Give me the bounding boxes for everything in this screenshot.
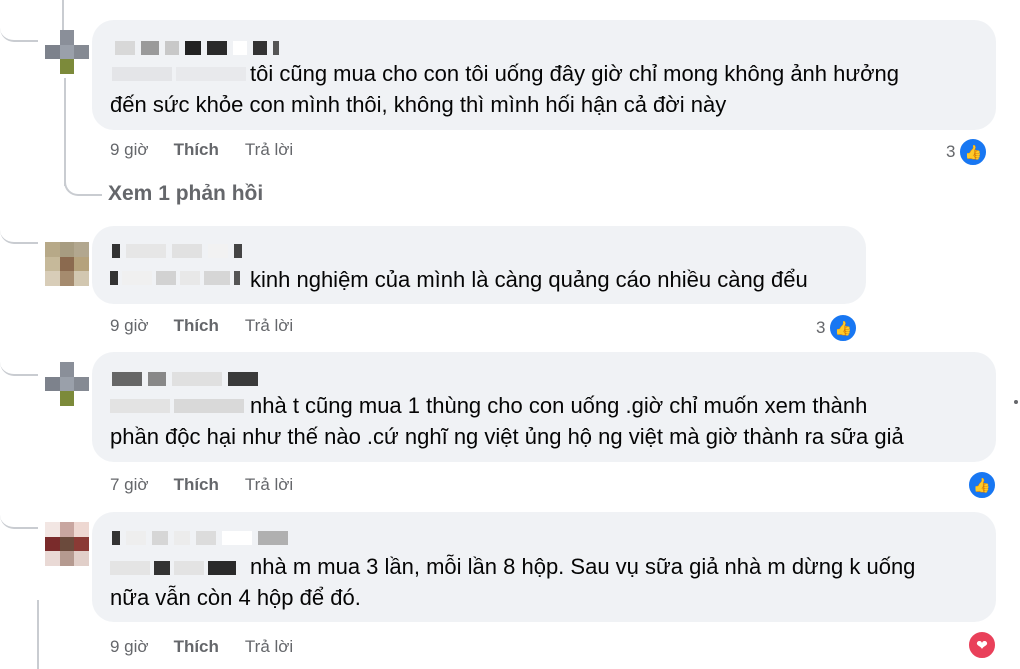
reaction-summary[interactable]: ❤ [964,630,997,660]
comment-actions: 7 giờ Thích Trả lời [110,475,293,495]
like-button[interactable]: Thích [174,637,219,657]
avatar[interactable] [45,30,89,74]
comment-text: phần độc hại như thế nào .cứ nghĩ ng việ… [110,424,904,449]
comment-text: nhà m mua 3 lần, mỗi lần 8 hộp. Sau vụ s… [250,554,916,579]
comment-text: nữa vẫn còn 4 hộp để đó. [110,585,361,610]
thread-connector [0,220,38,244]
thread-connector [0,352,38,376]
thread-line [37,600,39,669]
comment-text: kinh nghiệm của mình là càng quảng cáo n… [250,267,808,292]
avatar[interactable] [45,242,89,286]
scroll-indicator [1014,400,1018,404]
like-icon: 👍 [967,470,997,500]
author-name[interactable] [115,41,279,55]
mention-tag[interactable] [112,66,246,82]
comment-text: nhà t cũng mua 1 thùng cho con uống .giờ… [250,393,868,418]
heart-icon: ❤ [967,630,997,660]
reaction-summary[interactable]: 3 👍 [816,313,859,343]
like-icon: 👍 [958,137,989,167]
comment-time[interactable]: 9 giờ [110,637,149,657]
avatar[interactable] [45,522,89,566]
comment-text: tôi cũng mua cho con tôi uống đây giờ ch… [250,61,899,86]
view-replies-link[interactable]: Xem 1 phản hồi [108,182,263,206]
reply-button[interactable]: Trả lời [245,316,293,336]
reaction-summary[interactable]: 3 👍 [946,137,989,167]
mention-tag[interactable] [110,398,244,414]
avatar[interactable] [45,362,89,406]
reaction-count: 3 [946,142,956,161]
comment-actions: 9 giờ Thích Trả lời [110,140,293,160]
reaction-count: 3 [816,318,826,337]
reaction-summary[interactable]: 👍 [964,470,997,500]
author-name[interactable] [112,372,258,386]
comment-time[interactable]: 9 giờ [110,316,149,336]
mention-tag[interactable] [110,560,236,576]
thread-connector [0,0,38,42]
comment-actions: 9 giờ Thích Trả lời [110,637,293,657]
comment-text: đến sức khỏe con mình thôi, không thì mì… [110,92,727,117]
reply-button[interactable]: Trả lời [245,637,293,657]
like-button[interactable]: Thích [174,316,219,336]
comment-time[interactable]: 7 giờ [110,475,149,495]
reply-button[interactable]: Trả lời [245,475,293,495]
comment-actions: 9 giờ Thích Trả lời [110,316,293,336]
reply-connector [64,150,102,196]
mention-tag[interactable] [110,270,240,286]
thread-connector [0,505,38,529]
reply-button[interactable]: Trả lời [245,140,293,160]
like-button[interactable]: Thích [174,140,219,160]
author-name[interactable] [112,244,242,258]
comment-time[interactable]: 9 giờ [110,140,149,160]
author-name[interactable] [112,531,288,545]
like-icon: 👍 [828,313,859,343]
like-button[interactable]: Thích [174,475,219,495]
